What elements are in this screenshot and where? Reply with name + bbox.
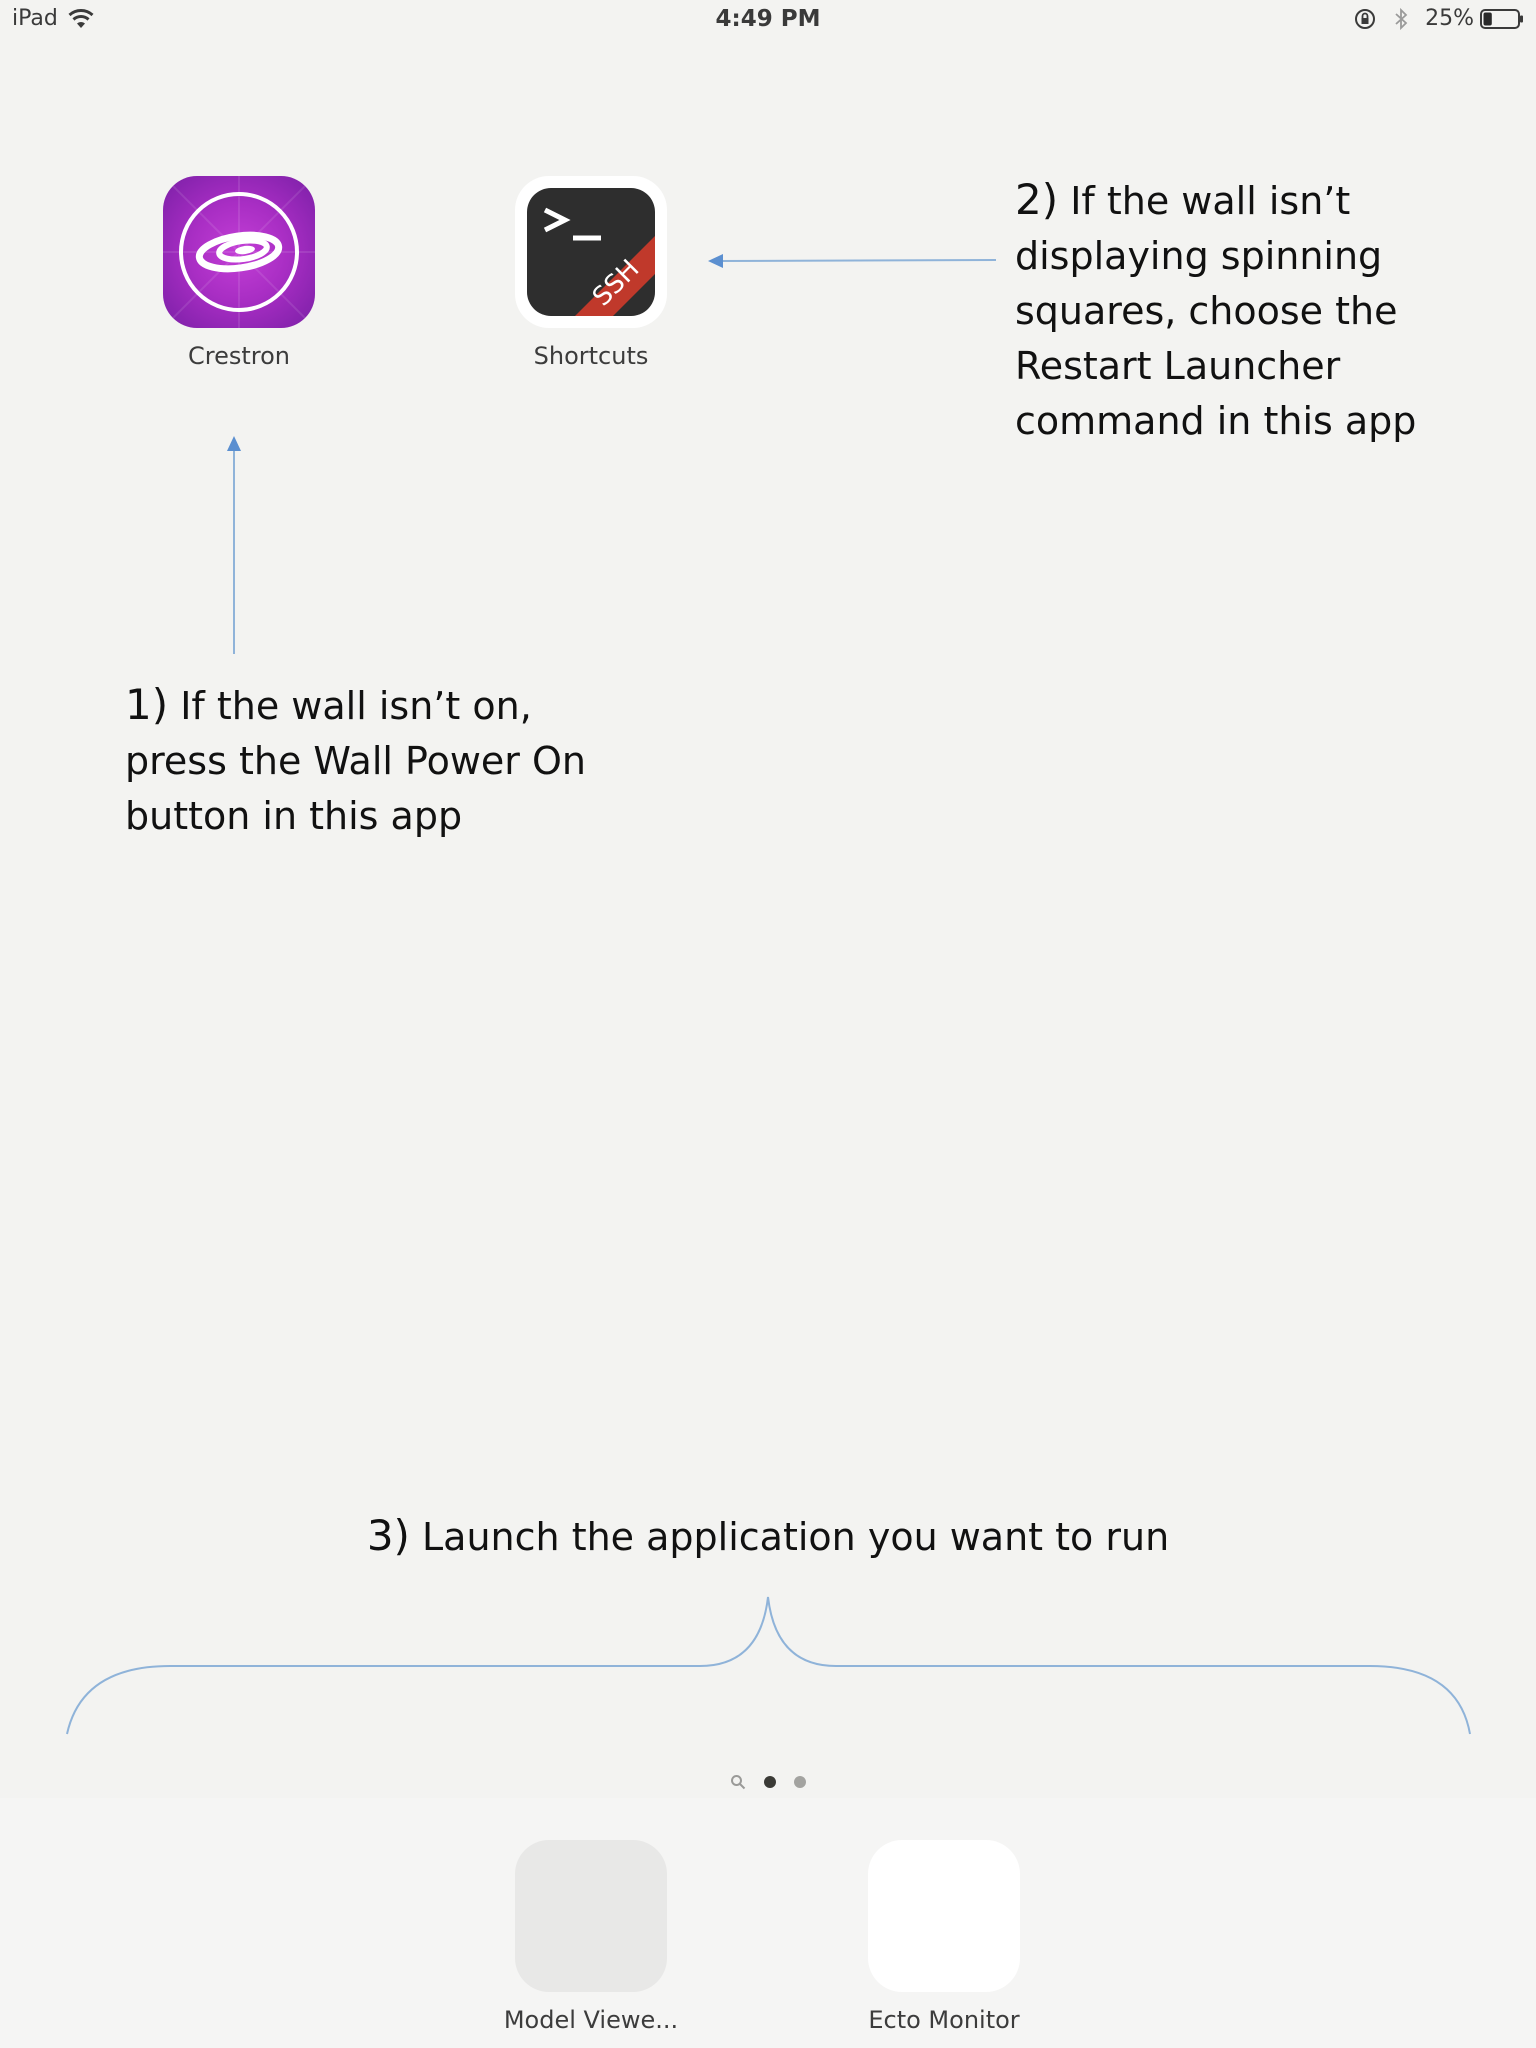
model-viewer-label: Model Viewe...: [503, 2006, 679, 2034]
dock-app-model-viewer[interactable]: Model Viewe...: [481, 1840, 701, 2034]
ecto-monitor-label: Ecto Monitor: [868, 2006, 1020, 2034]
step2-line2: displaying spinning: [1015, 234, 1383, 278]
bluetooth-icon: [1395, 7, 1408, 30]
crestron-label: Crestron: [187, 342, 290, 370]
annotation-step3: 3) Launch the application you want to ru…: [0, 1508, 1536, 1565]
shortcuts-label: Shortcuts: [533, 342, 649, 370]
app-crestron[interactable]: Crestron: [129, 176, 349, 370]
ecto-monitor-app-icon[interactable]: [868, 1840, 1020, 1992]
arrow-head-up: [227, 436, 241, 451]
shortcuts-ssh-app-icon[interactable]: SSH: [515, 176, 667, 328]
page-dot-2[interactable]: [794, 1776, 806, 1788]
step1-line1: If the wall isn’t on,: [180, 684, 532, 728]
battery-percent: 25%: [1425, 6, 1474, 31]
battery-icon: [1480, 8, 1523, 29]
status-bar: iPad 4:49 PM 25%: [0, 0, 1536, 40]
model-viewer-app-icon[interactable]: [515, 1840, 667, 1992]
step2-number: 2): [1015, 175, 1059, 224]
crestron-app-icon[interactable]: [163, 176, 315, 328]
step3-text: Launch the application you want to run: [422, 1515, 1170, 1559]
step2-line4: Restart Launcher: [1015, 344, 1341, 388]
terminal-icon: SSH: [527, 188, 655, 316]
step1-line2: press the Wall Power On: [125, 739, 586, 783]
annotation-step2: 2) If the wall isn’t displaying spinning…: [1015, 172, 1416, 449]
step2-line1: If the wall isn’t: [1070, 179, 1351, 223]
dock-brace: [66, 1596, 1471, 1735]
step2-line5: command in this app: [1015, 399, 1417, 443]
orientation-lock-icon: [1355, 8, 1376, 29]
arrow-to-shortcuts: [719, 259, 997, 262]
page-indicator[interactable]: [0, 1774, 1536, 1790]
step1-line3: button in this app: [125, 794, 463, 838]
dock: Model Viewe... Ecto Monitor: [0, 1798, 1536, 2048]
status-right: 25%: [1353, 6, 1524, 31]
spotlight-search-icon[interactable]: [730, 1774, 746, 1790]
page-dot-1[interactable]: [764, 1776, 776, 1788]
step2-line3: squares, choose the: [1015, 289, 1398, 333]
arrow-head-left: [708, 254, 723, 268]
crestron-logo-icon: [163, 176, 315, 328]
status-time: 4:49 PM: [715, 6, 821, 32]
step1-number: 1): [125, 680, 169, 729]
step3-number: 3): [366, 1511, 410, 1560]
dock-app-ecto-monitor[interactable]: Ecto Monitor: [834, 1840, 1054, 2034]
app-shortcuts[interactable]: SSH Shortcuts: [481, 176, 701, 370]
annotation-step1: 1) If the wall isn’t on, press the Wall …: [125, 677, 586, 844]
